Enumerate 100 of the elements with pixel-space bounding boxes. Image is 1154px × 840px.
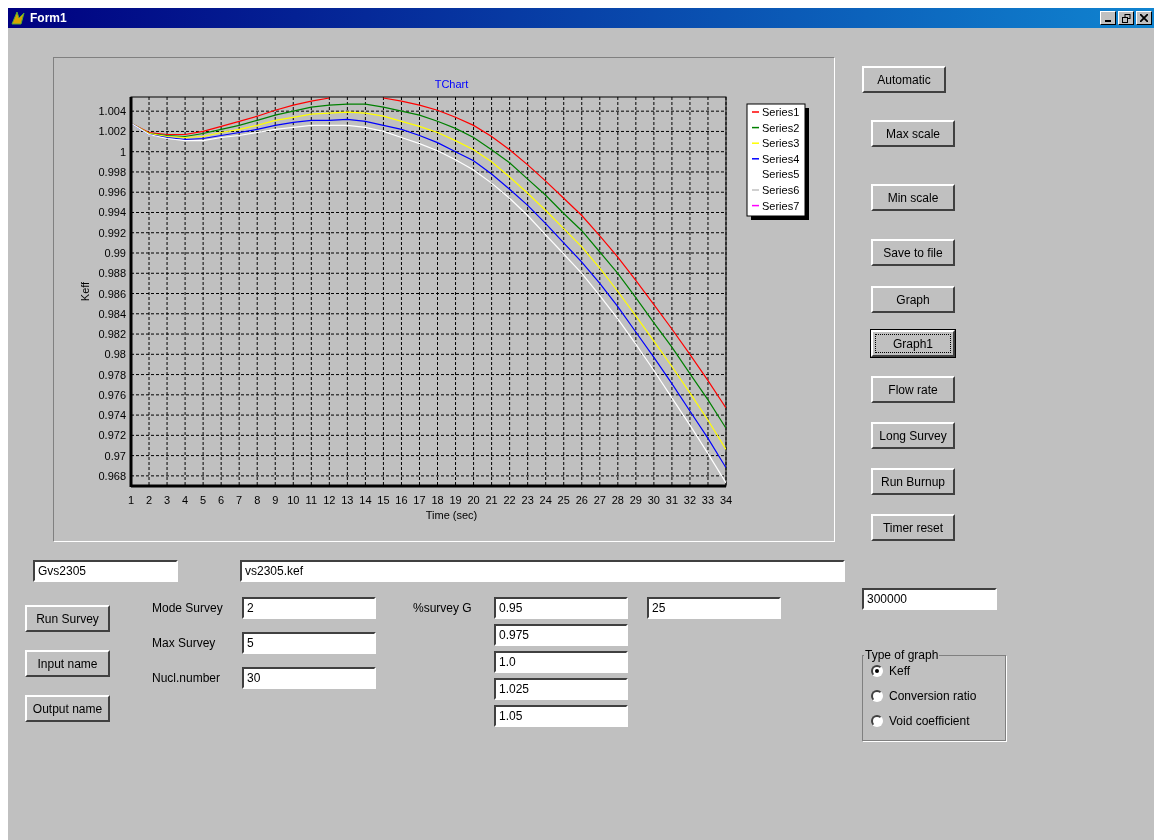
axis-tick-label: 0.976 [98, 388, 126, 401]
text-field[interactable]: 300000 [862, 588, 997, 610]
close-button[interactable] [1136, 11, 1152, 25]
axis-tick-label: 8 [254, 494, 261, 506]
axis-tick-label: 26 [575, 494, 588, 506]
axis-tick-label: 20 [467, 494, 480, 506]
axis-tick-label: 13 [341, 494, 354, 506]
axis-tick-label: 0.996 [98, 186, 126, 199]
axis-tick-label: 33 [701, 494, 715, 506]
command-button[interactable]: Run Burnup [871, 468, 955, 495]
command-button[interactable]: Max scale [871, 120, 955, 147]
text-field[interactable]: 1.0 [494, 651, 628, 673]
field-label: %survey G [413, 601, 473, 615]
axis-tick-label: 9 [272, 494, 279, 506]
minimize-button[interactable] [1100, 11, 1116, 25]
text-field[interactable]: 30 [242, 667, 376, 689]
axis-tick-label: 0.97 [104, 449, 126, 462]
axis-tick-label: 11 [305, 494, 317, 506]
command-button[interactable]: Automatic [862, 66, 946, 93]
axis-tick-label: 7 [236, 494, 243, 506]
axis-tick-label: 2 [145, 494, 153, 506]
axis-tick-label: 21 [485, 494, 498, 506]
command-button[interactable]: Timer reset [871, 514, 955, 541]
radio-label: Keff [889, 664, 911, 678]
legend-label: Series7 [762, 199, 800, 212]
axis-tick-label: 25 [557, 494, 570, 506]
legend-line [751, 158, 760, 160]
text-field[interactable]: 25 [647, 597, 781, 619]
axis-tick-label: 19 [449, 494, 462, 506]
restore-button[interactable] [1118, 11, 1134, 25]
axis-tick-label: 1.002 [98, 125, 126, 138]
axis-tick-label: 0.982 [98, 328, 126, 341]
legend-label: Series2 [762, 121, 800, 134]
radio-label: Void coefficient [889, 714, 970, 728]
radio-button[interactable] [871, 715, 883, 727]
axis-tick-label: 22 [503, 494, 516, 506]
radio-option[interactable]: Conversion ratio [871, 689, 997, 703]
command-button[interactable]: Save to file [871, 239, 955, 266]
axis-tick-label: 34 [719, 494, 733, 506]
command-button[interactable]: Min scale [871, 184, 955, 211]
command-button[interactable]: Flow rate [871, 376, 955, 403]
command-button[interactable]: Graph1 [871, 330, 955, 357]
axis-tick-label: 0.99 [104, 247, 126, 259]
axis-tick-label: 23 [521, 494, 534, 506]
legend-line [751, 111, 760, 113]
text-field[interactable]: 2 [242, 597, 376, 619]
axis-tick-label: 0.974 [98, 409, 126, 422]
field-label: Mode Survey [152, 600, 224, 617]
text-field[interactable]: 1.05 [494, 705, 628, 727]
restore-icon [1121, 13, 1131, 23]
axis-tick-label: 6 [218, 494, 225, 506]
axis-title: Time (sec) [425, 509, 478, 521]
chart-title: TChart [434, 78, 469, 90]
axis-tick-label: 18 [431, 494, 444, 506]
radio-option[interactable]: Keff [871, 664, 997, 678]
axis-tick-label: 0.986 [98, 287, 126, 300]
axis-tick-label: 0.972 [98, 429, 126, 442]
axis-tick-label: 1 [127, 494, 135, 506]
axis-tick-label: 0.984 [98, 307, 126, 320]
command-button[interactable]: Graph [871, 286, 955, 313]
radio-button[interactable] [871, 690, 883, 702]
field-label: Max Survey [152, 635, 217, 652]
axis-tick-label: 0.998 [98, 165, 126, 178]
radio-button[interactable] [871, 665, 883, 677]
text-field[interactable]: 0.975 [494, 624, 628, 646]
text-field[interactable]: Gvs2305 [33, 560, 178, 582]
axis-tick-label: 12 [323, 494, 336, 506]
axis-tick-label: 0.992 [98, 226, 126, 239]
axis-tick-label: 1.004 [98, 105, 126, 118]
command-button[interactable]: Input name [25, 650, 110, 677]
axis-tick-label: 10 [287, 494, 300, 506]
axis-tick-label: 28 [611, 494, 624, 506]
command-button[interactable]: Long Survey [871, 422, 955, 449]
legend-label: Series1 [762, 106, 800, 118]
text-field[interactable]: 5 [242, 632, 376, 654]
text-field[interactable]: 1.025 [494, 678, 628, 700]
axis-title: Keff [79, 281, 91, 302]
axis-tick-label: 24 [539, 494, 552, 506]
legend-label: Series3 [762, 137, 800, 150]
axis-tick-label: 16 [395, 494, 408, 506]
field-label: Nucl.number [152, 670, 222, 687]
axis-tick-label: 0.994 [98, 206, 126, 219]
command-button[interactable]: Run Survey [25, 605, 110, 632]
axis-tick-label: 3 [164, 494, 171, 506]
axis-tick-label: 5 [200, 494, 207, 506]
axis-tick-label: 27 [593, 494, 606, 506]
axis-tick-label: 4 [182, 494, 189, 506]
axis-tick-label: 0.968 [98, 469, 126, 482]
axis-tick-label: 32 [683, 494, 697, 506]
legend-label: Series4 [762, 152, 800, 165]
axis-tick-label: 17 [413, 494, 426, 506]
radio-option[interactable]: Void coefficient [871, 714, 997, 728]
text-field[interactable]: 0.95 [494, 597, 628, 619]
close-icon [1140, 14, 1148, 22]
axis-tick-label: 29 [629, 494, 642, 506]
group-title: Type of graph [864, 648, 940, 662]
text-field[interactable]: vs2305.kef [240, 560, 845, 582]
legend-line [751, 189, 760, 191]
command-button[interactable]: Output name [25, 695, 110, 722]
axis-tick-label: 1 [119, 145, 126, 158]
